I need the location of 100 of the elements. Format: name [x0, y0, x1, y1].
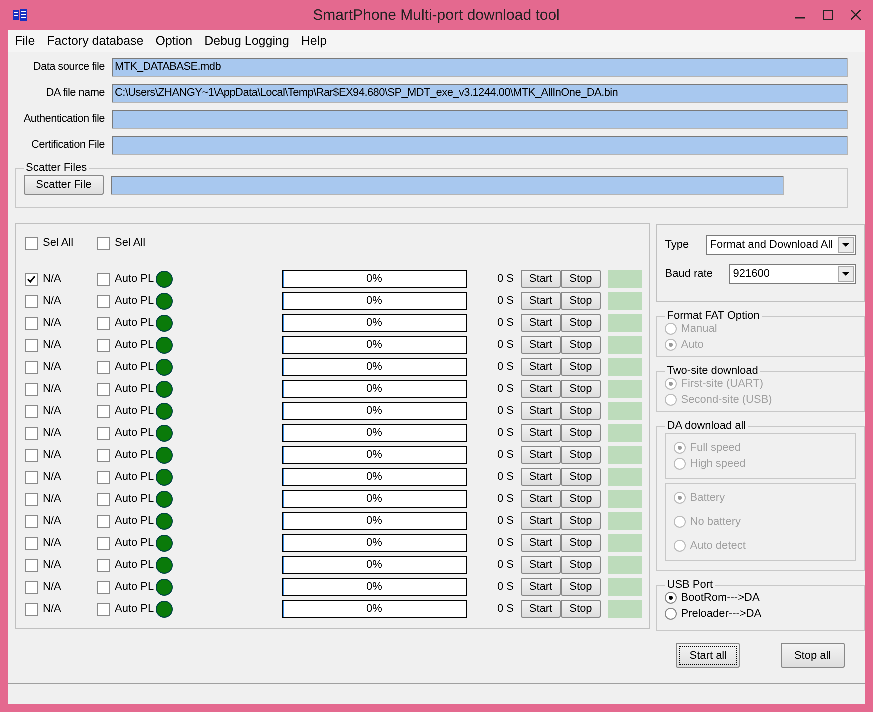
- checkbox[interactable]: [25, 236, 38, 250]
- status-dot: [156, 336, 174, 354]
- start-button[interactable]: Start: [521, 270, 561, 288]
- start-button[interactable]: Start: [521, 402, 561, 420]
- checkbox[interactable]: [25, 426, 38, 440]
- start-button[interactable]: Start: [521, 424, 561, 442]
- checkbox[interactable]: [25, 316, 38, 330]
- menu-item[interactable]: Help: [295, 34, 334, 48]
- checkbox[interactable]: [97, 448, 110, 462]
- start-button[interactable]: Start: [521, 490, 561, 508]
- checkbox[interactable]: [25, 514, 38, 528]
- start-button[interactable]: Start: [521, 336, 561, 354]
- elapsed-time: 0 S: [496, 471, 515, 483]
- stop-all-button[interactable]: Stop all: [780, 643, 845, 668]
- radio-button[interactable]: [665, 592, 678, 604]
- checkbox[interactable]: [25, 536, 38, 550]
- scatter-path-field[interactable]: [111, 176, 784, 194]
- file-path-field[interactable]: MTK_DATABASE.mdb: [112, 58, 848, 76]
- checkbox[interactable]: [25, 360, 38, 374]
- start-button[interactable]: Start: [521, 600, 561, 618]
- checkbox[interactable]: [97, 316, 110, 330]
- scatter-file-button[interactable]: Scatter File: [24, 175, 104, 195]
- menu-item[interactable]: Option: [150, 34, 199, 48]
- checkbox[interactable]: [25, 294, 38, 308]
- stop-button[interactable]: Stop: [561, 358, 601, 376]
- menu-item[interactable]: File: [9, 34, 42, 48]
- stop-button[interactable]: Stop: [561, 534, 601, 552]
- close-icon[interactable]: [851, 10, 861, 20]
- start-button[interactable]: Start: [521, 578, 561, 596]
- menu-item[interactable]: Debug Logging: [198, 34, 296, 48]
- stop-button[interactable]: Stop: [561, 402, 601, 420]
- radio-button[interactable]: [665, 608, 678, 620]
- start-button[interactable]: Start: [521, 314, 561, 332]
- stop-button[interactable]: Stop: [561, 578, 601, 596]
- progress-text: 0%: [366, 295, 382, 307]
- checkbox[interactable]: [97, 470, 110, 484]
- checkbox[interactable]: [97, 602, 110, 616]
- elapsed-time: 0 S: [496, 361, 515, 373]
- stop-button[interactable]: Stop: [561, 490, 601, 508]
- stop-button[interactable]: Stop: [561, 468, 601, 486]
- stop-button[interactable]: Stop: [561, 446, 601, 464]
- checkbox[interactable]: [25, 558, 38, 572]
- start-button[interactable]: Start: [521, 380, 561, 398]
- checkbox[interactable]: [97, 558, 110, 572]
- radio-label: Manual: [681, 323, 718, 335]
- checkbox[interactable]: [97, 360, 110, 374]
- group-title: Format FAT Option: [666, 310, 761, 322]
- checkbox[interactable]: [25, 404, 38, 418]
- stop-button[interactable]: Stop: [561, 512, 601, 530]
- port-name: N/A: [43, 559, 62, 571]
- status-dot: [156, 490, 174, 508]
- start-button[interactable]: Start: [521, 534, 561, 552]
- progress-text: 0%: [366, 405, 382, 417]
- start-button[interactable]: Start: [521, 292, 561, 310]
- start-button[interactable]: Start: [521, 556, 561, 574]
- port-name: N/A: [43, 405, 62, 417]
- type-dropdown[interactable]: Format and Download All: [706, 235, 856, 255]
- stop-button[interactable]: Stop: [561, 270, 601, 288]
- checkbox[interactable]: [97, 382, 110, 396]
- status-indicator: [608, 578, 642, 596]
- file-path-field[interactable]: C:\Users\ZHANGY~1\AppData\Local\Temp\Rar$EX94.680\SP_MDT_exe_v3.1244.00\MTK_AllInOne_DA.bin: [112, 84, 848, 102]
- progress-text: 0%: [366, 471, 382, 483]
- menu-item[interactable]: Factory database: [41, 34, 150, 48]
- start-button[interactable]: Start: [521, 358, 561, 376]
- checkbox[interactable]: [97, 492, 110, 506]
- start-button[interactable]: Start: [521, 446, 561, 464]
- stop-button[interactable]: Stop: [561, 424, 601, 442]
- checkbox[interactable]: [97, 272, 110, 286]
- status-dot: [156, 402, 174, 420]
- checkbox[interactable]: [97, 514, 110, 528]
- checkbox[interactable]: [97, 404, 110, 418]
- checkbox[interactable]: [25, 338, 38, 352]
- file-path-field[interactable]: [112, 136, 848, 154]
- checkbox[interactable]: [25, 470, 38, 484]
- start-button[interactable]: Start: [521, 512, 561, 530]
- checkbox[interactable]: [97, 294, 110, 308]
- stop-button[interactable]: Stop: [561, 336, 601, 354]
- checkbox[interactable]: [97, 236, 110, 250]
- baud-rate-dropdown[interactable]: 921600: [729, 264, 856, 284]
- maximize-icon[interactable]: [823, 10, 833, 20]
- start-all-button[interactable]: Start all: [676, 643, 740, 668]
- checkbox[interactable]: [25, 382, 38, 396]
- radio-label: No battery: [690, 516, 741, 528]
- elapsed-time: 0 S: [496, 273, 515, 285]
- stop-button[interactable]: Stop: [561, 380, 601, 398]
- stop-button[interactable]: Stop: [561, 292, 601, 310]
- checkbox[interactable]: [97, 536, 110, 550]
- checkbox[interactable]: [25, 492, 38, 506]
- start-button[interactable]: Start: [521, 468, 561, 486]
- stop-button[interactable]: Stop: [561, 556, 601, 574]
- file-path-field[interactable]: [112, 110, 848, 128]
- checkbox[interactable]: [97, 426, 110, 440]
- checkbox[interactable]: [97, 338, 110, 352]
- checkbox[interactable]: [25, 272, 38, 286]
- checkbox[interactable]: [25, 580, 38, 594]
- checkbox[interactable]: [25, 448, 38, 462]
- checkbox[interactable]: [97, 580, 110, 594]
- stop-button[interactable]: Stop: [561, 600, 601, 618]
- checkbox[interactable]: [25, 602, 38, 616]
- stop-button[interactable]: Stop: [561, 314, 601, 332]
